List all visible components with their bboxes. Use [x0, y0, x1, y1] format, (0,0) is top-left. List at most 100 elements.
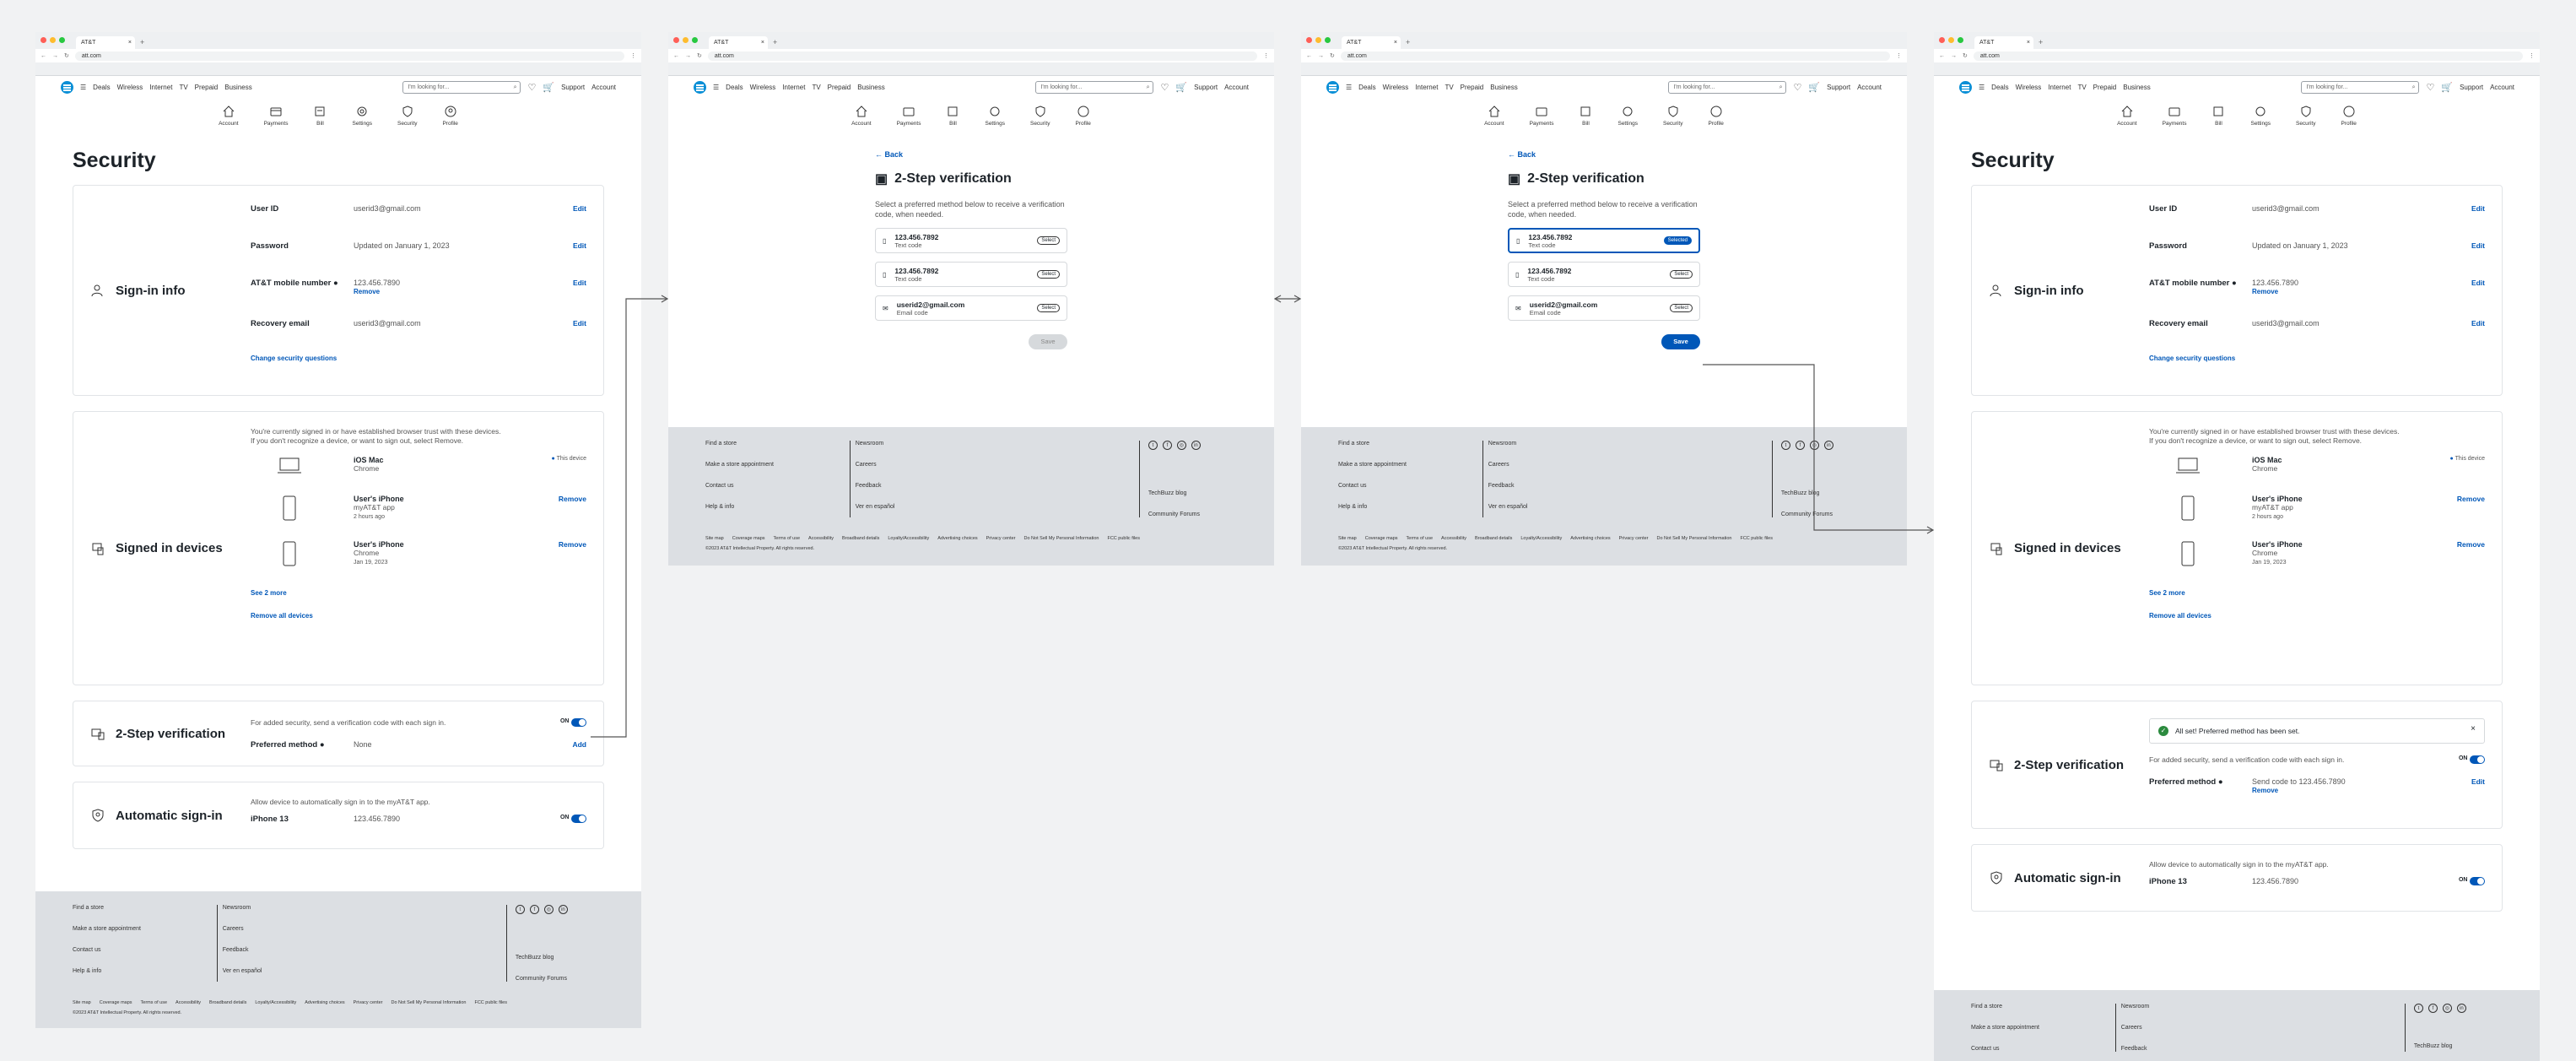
menu-kebab-icon[interactable]: ⋮ — [630, 52, 636, 59]
browser-tab[interactable]: AT&T × — [76, 36, 135, 49]
att-logo[interactable] — [1326, 80, 1339, 94]
footer-link[interactable]: TechBuzz blog — [2414, 1043, 2494, 1049]
nav-business[interactable]: Business — [2123, 84, 2150, 91]
address-bar[interactable]: att.com — [707, 51, 1257, 61]
save-button[interactable]: Save — [1661, 334, 1700, 349]
nav-wireless[interactable]: Wireless — [750, 84, 776, 91]
account-menu[interactable]: Account — [591, 84, 616, 91]
info-icon[interactable]: ● — [320, 740, 325, 750]
remove-all-devices[interactable]: Remove all devices — [2149, 612, 2485, 620]
remove-preferred-method[interactable]: Remove — [2252, 787, 2278, 794]
account-nav-settings[interactable]: Settings — [1617, 105, 1638, 127]
footer-link[interactable]: Help & info — [73, 968, 208, 974]
edit-recovery-email[interactable]: Edit — [573, 319, 586, 328]
two-step-toggle[interactable] — [571, 718, 586, 727]
footer-link[interactable]: Feedback — [1488, 483, 1763, 489]
instagram-icon[interactable]: ◎ — [543, 905, 554, 914]
nav-deals[interactable]: Deals — [93, 84, 110, 91]
cart-icon[interactable]: 🛒 — [2441, 82, 2453, 93]
att-logo[interactable] — [61, 80, 73, 94]
menu-kebab-icon[interactable]: ⋮ — [1263, 52, 1269, 59]
footer-link[interactable]: Contact us — [1338, 483, 1474, 489]
support-link[interactable]: Support — [1194, 84, 1218, 91]
change-security-questions[interactable]: Change security questions — [2149, 355, 2235, 362]
account-nav-profile[interactable]: Profile — [1075, 105, 1091, 127]
footer-link[interactable]: Community Forums — [1781, 512, 1861, 517]
footer-link[interactable]: Find a store — [1971, 1004, 2107, 1010]
facebook-icon[interactable]: f — [2427, 1004, 2438, 1013]
browser-tab[interactable]: AT&T × — [1342, 36, 1401, 49]
facebook-icon[interactable]: f — [1162, 441, 1172, 450]
footer-link[interactable]: Feedback — [2121, 1046, 2396, 1052]
twitter-icon[interactable]: t — [1780, 441, 1790, 450]
account-nav-bill[interactable]: Bill — [1579, 105, 1592, 127]
nav-business[interactable]: Business — [1490, 84, 1517, 91]
hamburger-icon[interactable]: ☰ — [713, 84, 719, 91]
forward-arrow-icon[interactable]: → — [1318, 53, 1324, 59]
account-nav-security[interactable]: Security — [1663, 105, 1682, 127]
new-tab-button[interactable]: + — [1406, 36, 1410, 49]
account-nav-account[interactable]: Account — [851, 105, 872, 127]
back-arrow-icon[interactable]: ← — [41, 53, 46, 59]
auto-signin-toggle[interactable] — [571, 815, 586, 823]
nav-business[interactable]: Business — [857, 84, 884, 91]
edit-preferred-method[interactable]: Edit — [2471, 777, 2485, 786]
hamburger-icon[interactable]: ☰ — [1979, 84, 1985, 91]
edit-recovery-email[interactable]: Edit — [2471, 319, 2485, 328]
remove-mobile[interactable]: Remove — [354, 288, 380, 295]
twitter-icon[interactable]: t — [515, 905, 525, 914]
nav-deals[interactable]: Deals — [1358, 84, 1375, 91]
select-button[interactable]: Select — [1670, 270, 1693, 279]
remove-all-devices[interactable]: Remove all devices — [251, 612, 586, 620]
footer-link[interactable]: Help & info — [1338, 504, 1474, 510]
footer-link[interactable]: Community Forums — [1148, 512, 1229, 517]
nav-prepaid[interactable]: Prepaid — [2093, 84, 2117, 91]
auto-signin-toggle[interactable] — [2470, 877, 2485, 885]
account-nav-settings[interactable]: Settings — [352, 105, 372, 127]
account-nav-bill[interactable]: Bill — [2211, 105, 2225, 127]
footer-link[interactable]: Contact us — [1971, 1046, 2107, 1052]
support-link[interactable]: Support — [1827, 84, 1850, 91]
add-preferred-method[interactable]: Add — [572, 740, 586, 749]
new-tab-button[interactable]: + — [773, 36, 777, 49]
account-nav-payments[interactable]: Payments — [264, 105, 288, 127]
account-nav-security[interactable]: Security — [1030, 105, 1050, 127]
method-option-1[interactable]: ▯ 123.456.7892 Text code Select — [875, 228, 1067, 253]
account-nav-profile[interactable]: Profile — [2341, 105, 2357, 127]
legal-link[interactable]: Privacy center — [354, 1000, 383, 1005]
method-option-1-selected[interactable]: ▯ 123.456.7892 Text code Selected — [1508, 228, 1700, 253]
footer-link[interactable]: Newsroom — [2121, 1004, 2396, 1010]
legal-link[interactable]: FCC public files — [474, 1000, 507, 1005]
account-nav-payments[interactable]: Payments — [897, 105, 921, 127]
hamburger-icon[interactable]: ☰ — [1346, 84, 1352, 91]
edit-user-id[interactable]: Edit — [573, 204, 586, 213]
account-menu[interactable]: Account — [1857, 84, 1882, 91]
footer-link[interactable]: Ver en español — [856, 504, 1131, 510]
forward-arrow-icon[interactable]: → — [1951, 53, 1957, 59]
remove-device-2[interactable]: Remove — [559, 540, 586, 549]
nav-business[interactable]: Business — [224, 84, 251, 91]
legal-link[interactable]: Advertising choices — [305, 1000, 344, 1005]
legal-link[interactable]: Loyalty/Accessibility — [255, 1000, 296, 1005]
heart-icon[interactable]: ♡ — [1793, 82, 1801, 93]
method-option-3[interactable]: ✉ userid2@gmail.com Email code Select — [875, 295, 1067, 321]
legal-link[interactable]: Site map — [73, 1000, 91, 1005]
save-button-disabled[interactable]: Save — [1029, 334, 1067, 349]
edit-password[interactable]: Edit — [2471, 241, 2485, 250]
footer-link[interactable]: Make a store appointment — [1338, 462, 1474, 468]
footer-link[interactable]: TechBuzz blog — [1781, 490, 1861, 496]
nav-internet[interactable]: Internet — [149, 84, 172, 91]
legal-link[interactable]: Coverage maps — [100, 1000, 132, 1005]
instagram-icon[interactable]: ◎ — [1809, 441, 1819, 450]
account-nav-settings[interactable]: Settings — [985, 105, 1005, 127]
selected-badge[interactable]: Selected — [1663, 236, 1692, 245]
footer-link[interactable]: Newsroom — [856, 441, 1131, 447]
footer-link[interactable]: Feedback — [856, 483, 1131, 489]
nav-wireless[interactable]: Wireless — [117, 84, 143, 91]
footer-link[interactable]: Newsroom — [1488, 441, 1763, 447]
search-input[interactable]: I'm looking for... ⌕ — [1035, 80, 1154, 94]
support-link[interactable]: Support — [2460, 84, 2483, 91]
instagram-icon[interactable]: ◎ — [2442, 1004, 2452, 1013]
account-nav-security[interactable]: Security — [2296, 105, 2315, 127]
nav-tv[interactable]: TV — [179, 84, 187, 91]
